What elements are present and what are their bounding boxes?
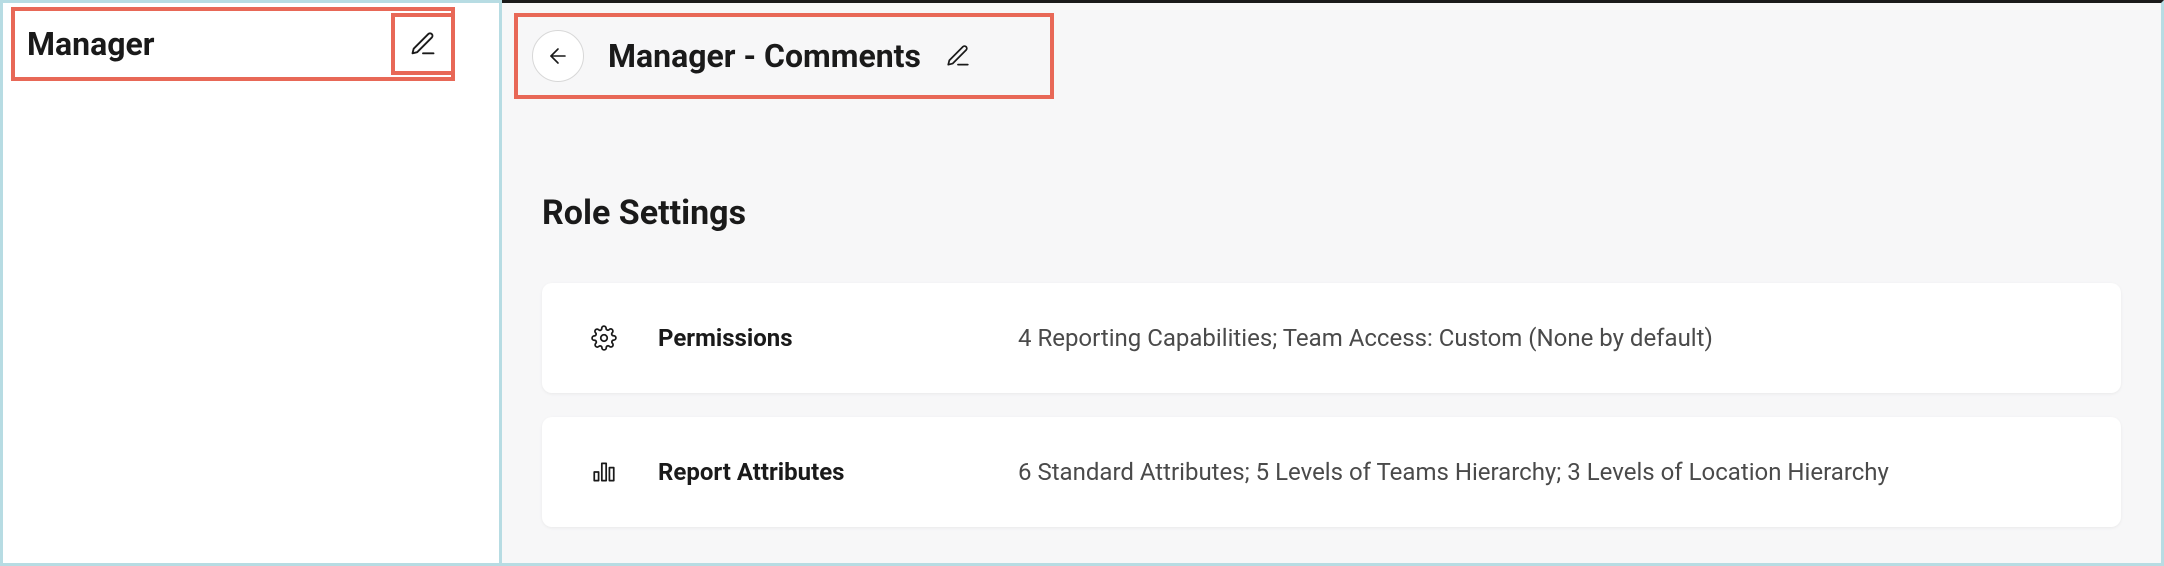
sidebar-role-title: Manager	[27, 25, 154, 63]
report-attributes-card[interactable]: Report Attributes 6 Standard Attributes;…	[542, 417, 2121, 527]
permissions-card[interactable]: Permissions 4 Reporting Capabilities; Te…	[542, 283, 2121, 393]
main-header: Manager - Comments	[514, 13, 1054, 99]
card-label: Report Attributes	[658, 458, 1018, 486]
back-button[interactable]	[532, 30, 584, 82]
pencil-icon	[409, 30, 437, 58]
sidebar: Manager	[0, 0, 502, 566]
section-title: Role Settings	[542, 193, 746, 233]
pencil-icon	[945, 43, 971, 69]
settings-cards: Permissions 4 Reporting Capabilities; Te…	[542, 283, 2121, 527]
card-description: 4 Reporting Capabilities; Team Access: C…	[1018, 324, 2121, 352]
sidebar-edit-role-button[interactable]	[391, 13, 455, 75]
page-title: Manager - Comments	[608, 37, 921, 75]
main-panel: Manager - Comments Role Settings Permiss…	[502, 0, 2164, 566]
card-description: 6 Standard Attributes; 5 Levels of Teams…	[1018, 458, 2121, 486]
edit-title-button[interactable]	[945, 43, 971, 69]
sidebar-role-header[interactable]: Manager	[11, 7, 455, 81]
bar-chart-icon	[590, 459, 618, 485]
arrow-left-icon	[546, 44, 570, 68]
gear-icon	[590, 325, 618, 351]
card-label: Permissions	[658, 324, 1018, 352]
